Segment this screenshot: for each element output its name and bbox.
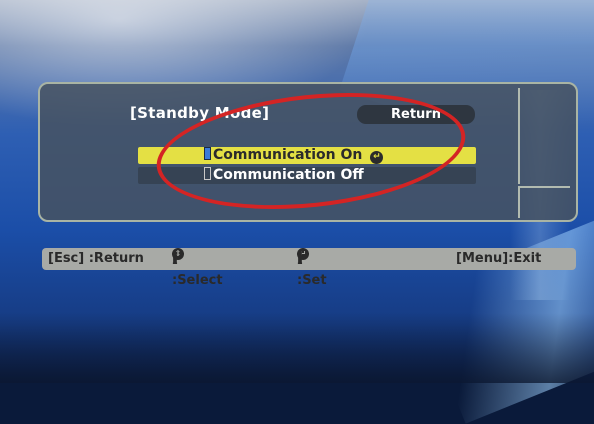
- screen-bottom-shadow: [0, 313, 594, 383]
- menu-side-column: [518, 88, 570, 184]
- menu-side-column-lower: [518, 186, 570, 218]
- help-esc-return: [Esc] :Return: [48, 251, 144, 266]
- help-bar: [Esc] :Return [⇕] :Select [↵] :Set [Menu…: [42, 248, 576, 288]
- help-menu-exit: [Menu]:Exit: [456, 251, 542, 266]
